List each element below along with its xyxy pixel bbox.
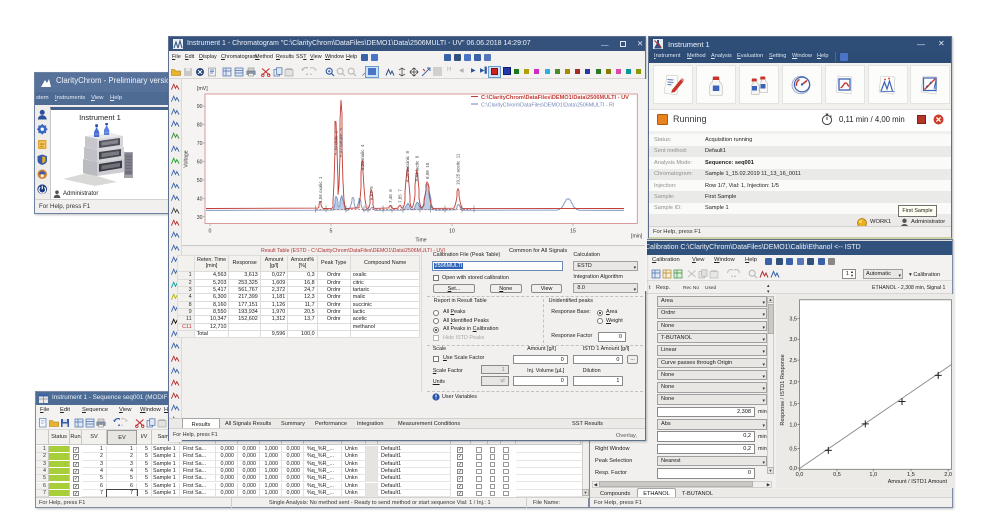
svg-text:[min]: [min] [631, 234, 643, 240]
svg-text:3,0: 3,0 [789, 337, 797, 343]
svg-text:C:\ClarityChrom\DataFiles\DEMO: C:\ClarityChrom\DataFiles\DEMO1\Data\250… [481, 95, 629, 101]
svg-text:[mV]: [mV] [197, 86, 208, 92]
svg-text:50: 50 [197, 178, 203, 184]
svg-text:10: 10 [449, 229, 455, 235]
svg-text:5,42 tartaric 3: 5,42 tartaric 3 [339, 128, 344, 157]
svg-text:5,20 citric 2: 5,20 citric 2 [333, 130, 338, 155]
svg-text:8,98 10: 8,98 10 [425, 162, 430, 179]
svg-text:Voltage: Voltage [184, 150, 190, 167]
svg-text:2,5: 2,5 [789, 358, 797, 364]
svg-text:Amount / ISTD1 Amount: Amount / ISTD1 Amount [888, 479, 948, 485]
svg-text:3,5: 3,5 [789, 316, 797, 322]
svg-text:2,0: 2,0 [789, 380, 797, 386]
svg-text:0,5: 0,5 [789, 446, 797, 452]
svg-text:40: 40 [197, 196, 203, 202]
svg-text:10,25 acetic 11: 10,25 acetic 11 [456, 153, 461, 185]
svg-text:0,0: 0,0 [796, 472, 804, 478]
svg-text:90: 90 [197, 104, 203, 110]
svg-text:1,0: 1,0 [869, 472, 877, 478]
svg-text:6,30 malic 4: 6,30 malic 4 [360, 144, 365, 170]
svg-text:80: 80 [197, 123, 203, 129]
svg-text:6,67 5: 6,67 5 [369, 186, 374, 200]
svg-text:7,46 6: 7,46 6 [388, 189, 393, 203]
svg-text:4,56 oxalic 1: 4,56 oxalic 1 [318, 176, 323, 203]
svg-text:7,85 7: 7,85 7 [398, 189, 403, 203]
svg-text:70: 70 [197, 141, 203, 147]
svg-text:60: 60 [197, 159, 203, 165]
svg-text:8,55 lactic 9: 8,55 lactic 9 [414, 155, 419, 181]
svg-text:5: 5 [330, 229, 333, 235]
svg-text:C:\ClarityChrom\DataFiles\DEMO: C:\ClarityChrom\DataFiles\DEMO1\Data\250… [481, 102, 614, 108]
svg-text:Time: Time [415, 238, 426, 244]
svg-text:30: 30 [197, 215, 203, 221]
svg-text:0,5: 0,5 [833, 472, 841, 478]
svg-text:15: 15 [570, 229, 576, 235]
svg-text:1,5: 1,5 [789, 401, 797, 407]
svg-text:8,16 succinic 8: 8,16 succinic 8 [405, 150, 410, 182]
svg-text:Response / ISTD1 Response: Response / ISTD1 Response [780, 354, 786, 425]
svg-text:1,0: 1,0 [789, 423, 797, 429]
svg-text:1,5: 1,5 [907, 472, 915, 478]
svg-text:2,0: 2,0 [944, 472, 952, 478]
svg-text:0: 0 [209, 229, 212, 235]
